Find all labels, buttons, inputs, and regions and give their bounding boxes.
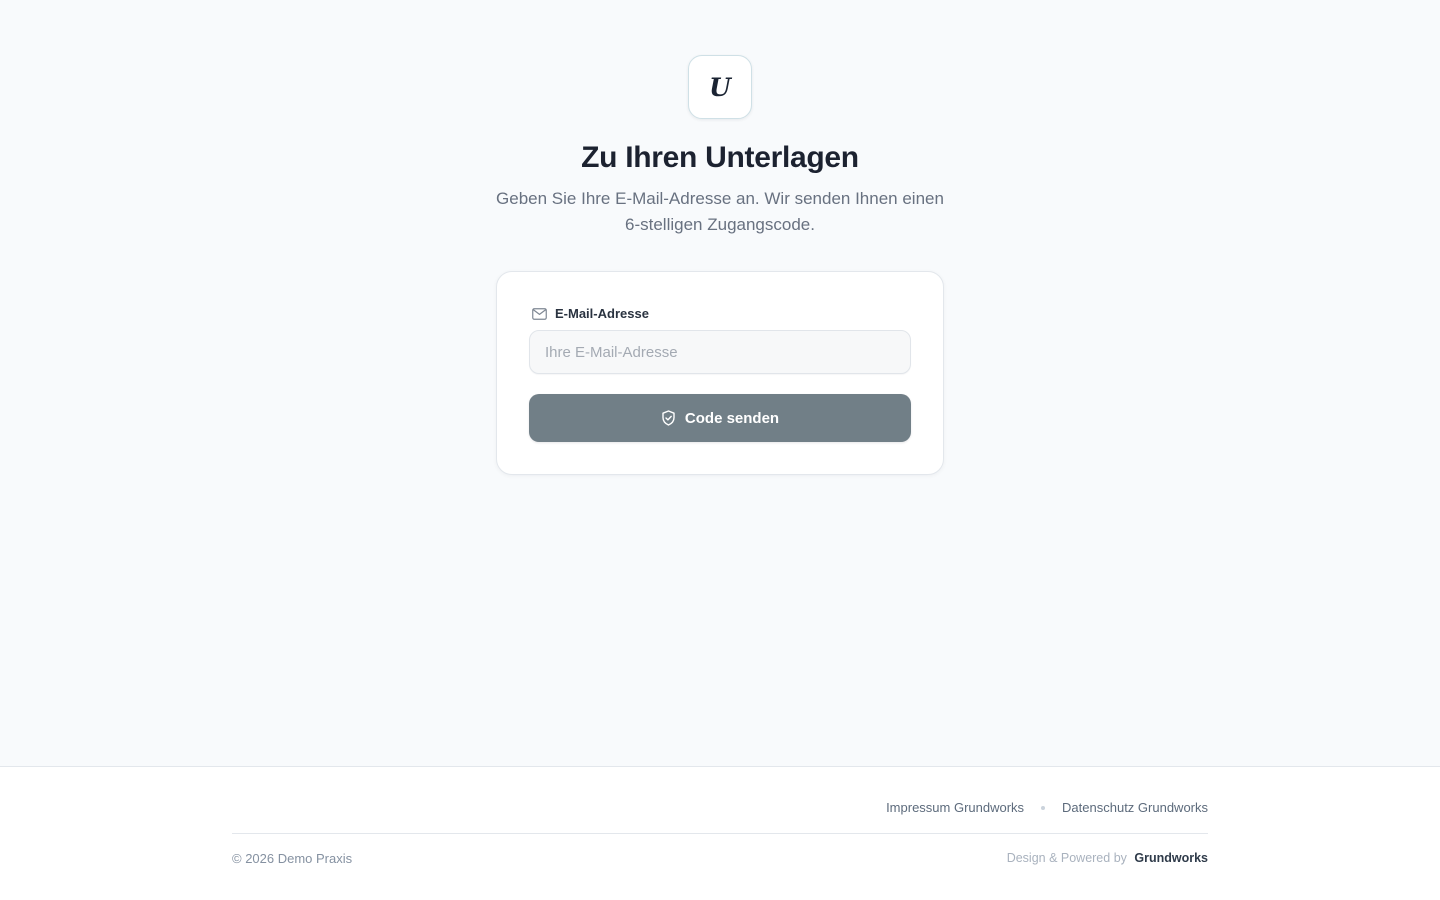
- main-content: U Zu Ihren Unterlagen Geben Sie Ihre E-M…: [0, 0, 1440, 766]
- logo-letter: U: [709, 72, 731, 102]
- footer: Impressum Grundworks Datenschutz Grundwo…: [0, 766, 1440, 900]
- grundworks-brand-link[interactable]: Grundworks: [1134, 851, 1208, 865]
- powered-by-prefix: Design & Powered by: [1006, 851, 1127, 865]
- footer-divider: [232, 833, 1208, 834]
- logo: U: [688, 55, 752, 119]
- shield-check-icon: [661, 410, 676, 426]
- email-field-label: E-Mail-Adresse: [532, 304, 911, 322]
- datenschutz-link[interactable]: Datenschutz Grundworks: [1062, 800, 1208, 815]
- mail-icon: [532, 307, 547, 320]
- send-code-label: Code senden: [684, 409, 780, 427]
- email-input[interactable]: [529, 330, 911, 374]
- powered-by: Design & Powered by Grundworks: [1007, 851, 1208, 865]
- footer-links: Impressum Grundworks Datenschutz Grundwo…: [886, 800, 1208, 815]
- page: U Zu Ihren Unterlagen Geben Sie Ihre E-M…: [0, 0, 1440, 900]
- impressum-link[interactable]: Impressum Grundworks: [886, 800, 1024, 815]
- login-card: E-Mail-Adresse Code senden: [496, 271, 944, 475]
- footer-inner: Impressum Grundworks Datenschutz Grundwo…: [232, 767, 1208, 900]
- send-code-button[interactable]: Code senden: [529, 394, 911, 442]
- footer-separator-dot: [1041, 805, 1046, 810]
- page-subtitle: Geben Sie Ihre E-Mail-Adresse an. Wir se…: [496, 189, 944, 234]
- email-label-text: E-Mail-Adresse: [555, 305, 649, 321]
- page-title: Zu Ihren Unterlagen: [581, 141, 859, 174]
- copyright-text: © 2026 Demo Praxis: [232, 851, 353, 866]
